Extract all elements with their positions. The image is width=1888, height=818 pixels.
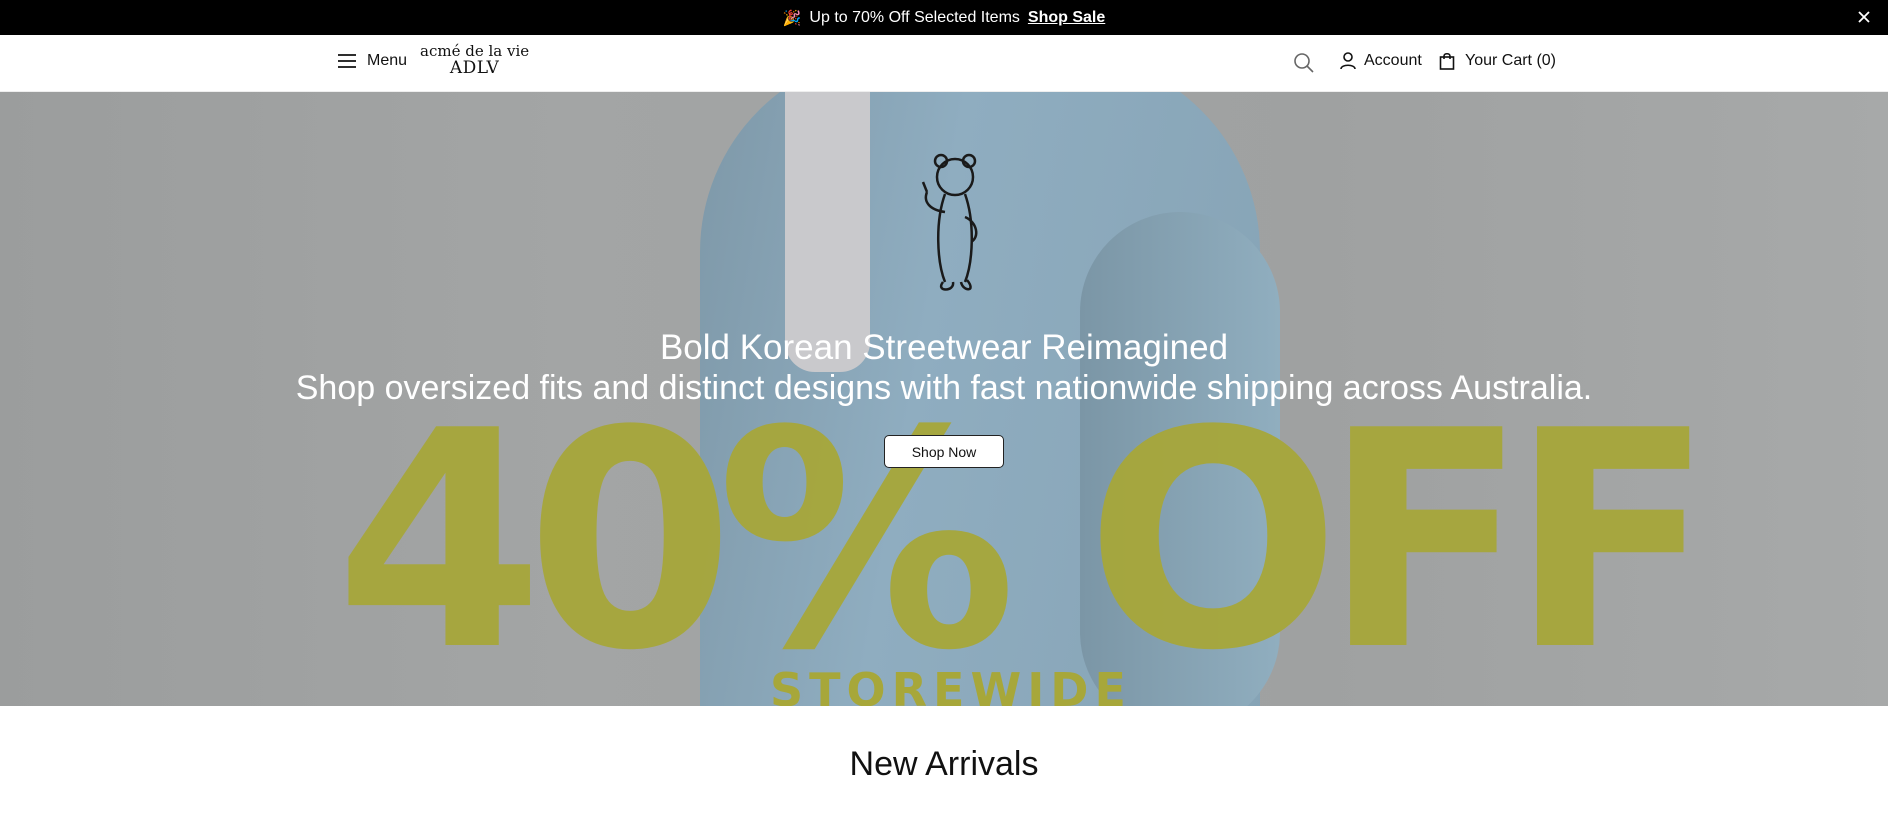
shopping-bag-icon: [1439, 52, 1455, 70]
account-link[interactable]: Account: [1340, 52, 1422, 70]
search-icon[interactable]: [1293, 52, 1315, 74]
shop-now-button[interactable]: Shop Now: [884, 435, 1004, 468]
announcement-bar: 🎉 Up to 70% Off Selected Items Shop Sale: [0, 0, 1888, 35]
announcement-text: Up to 70% Off Selected Items: [809, 8, 1020, 26]
account-label: Account: [1364, 52, 1422, 69]
user-icon: [1340, 52, 1356, 70]
party-popper-icon: 🎉: [782, 9, 802, 27]
site-header: Menu acmé de la vie ADLV Account Your Ca…: [0, 35, 1888, 92]
menu-button[interactable]: Menu: [337, 52, 407, 70]
menu-label: Menu: [367, 52, 408, 69]
hero-banner: 40% OFF STOREWIDE Bold Korean Streetwear…: [0, 92, 1888, 706]
logo[interactable]: acmé de la vie ADLV: [420, 43, 529, 77]
hero-subtitle: Shop oversized fits and distinct designs…: [295, 369, 1593, 407]
logo-line2: ADLV: [449, 58, 500, 78]
promo-subtext: STOREWIDE: [770, 663, 1132, 706]
hamburger-icon: [338, 54, 356, 68]
close-icon[interactable]: [1854, 7, 1874, 27]
promo-text: 40% OFF: [335, 367, 1714, 706]
shop-sale-link[interactable]: Shop Sale: [1028, 9, 1105, 27]
cart-label: Your Cart (0): [1465, 52, 1556, 69]
bear-graphic-icon: [921, 153, 978, 291]
hero-title: Bold Korean Streetwear Reimagined: [659, 328, 1229, 367]
cart-link[interactable]: Your Cart (0): [1439, 52, 1556, 70]
new-arrivals-heading: New Arrivals: [849, 745, 1039, 783]
